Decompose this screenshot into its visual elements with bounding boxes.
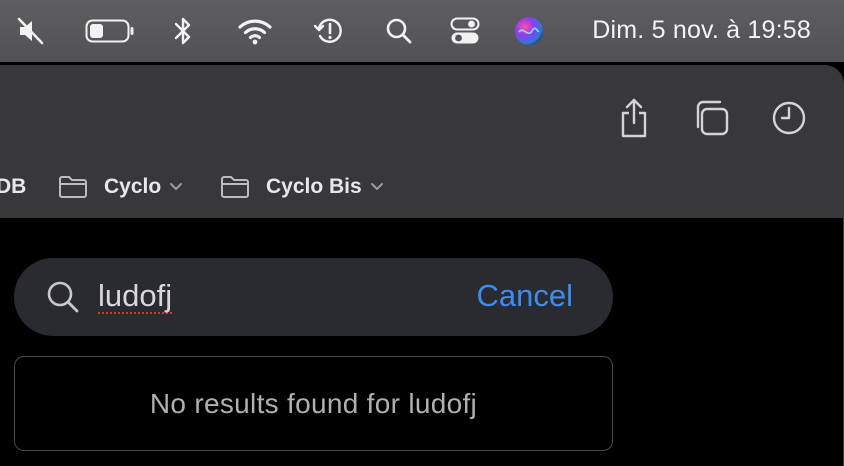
tabs-overview-icon[interactable] — [689, 96, 733, 140]
mute-icon[interactable] — [14, 14, 48, 48]
cancel-button[interactable]: Cancel — [477, 276, 574, 316]
favorites-folder-cyclo[interactable]: Cyclo — [58, 170, 183, 204]
bluetooth-icon[interactable] — [166, 14, 200, 48]
favorites-item-label: DB — [0, 175, 27, 198]
search-input[interactable]: ludofj — [98, 276, 172, 316]
favorites-item-label: Cyclo — [104, 175, 162, 198]
folder-icon — [58, 175, 88, 199]
time-machine-icon[interactable] — [312, 14, 346, 48]
favorites-item-truncated[interactable]: DB — [0, 170, 26, 204]
menu-bar: Dim. 5 nov. à 19:58 — [0, 0, 844, 62]
wifi-icon[interactable] — [238, 14, 272, 48]
history-icon[interactable] — [767, 96, 811, 140]
browser-window: DB Cyclo Cyclo Bis ludofj Cancel No resu… — [0, 66, 843, 466]
chevron-down-icon — [370, 182, 384, 192]
control-center-icon[interactable] — [448, 14, 482, 48]
folder-icon — [220, 175, 250, 199]
siri-icon[interactable] — [512, 14, 546, 48]
search-icon — [47, 281, 79, 313]
no-results-message: No results found for ludofj — [14, 356, 613, 451]
battery-icon[interactable] — [84, 14, 136, 48]
favorites-item-label: Cyclo Bis — [266, 175, 362, 198]
favorites-folder-cyclo-bis[interactable]: Cyclo Bis — [220, 170, 384, 204]
share-icon[interactable] — [612, 96, 656, 140]
browser-toolbar: DB Cyclo Cyclo Bis — [0, 66, 843, 218]
spotlight-search-icon[interactable] — [382, 14, 416, 48]
menu-bar-clock[interactable]: Dim. 5 nov. à 19:58 — [592, 14, 811, 46]
search-field[interactable]: ludofj Cancel — [14, 258, 613, 336]
chevron-down-icon — [169, 182, 183, 192]
